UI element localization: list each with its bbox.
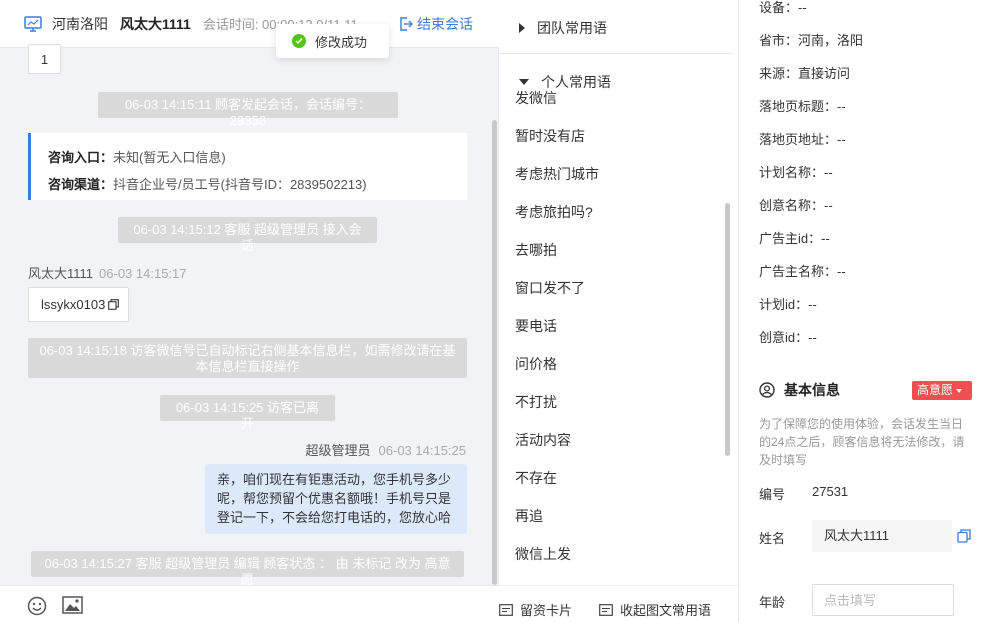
divider [499, 53, 733, 54]
info-field: 落地页地址：-- [759, 132, 846, 147]
info-field: 设备：-- [759, 0, 807, 15]
customer-id-value: 27531 [812, 484, 849, 499]
reply-item[interactable]: 考虑旅拍吗? [515, 202, 715, 240]
reply-item[interactable]: 暂时没有店 [515, 126, 715, 164]
info-field: 省市：河南，洛阳 [759, 33, 864, 48]
customer-info-panel: 设备：-- 省市：河南，洛阳 来源：直接访问 落地页标题：-- 落地页地址：--… [739, 0, 983, 622]
system-message: 06-03 14:15:25 访客已离开 [160, 395, 335, 431]
chat-panel: 河南洛阳 风太大1111 会话时间: 00:00:12 0/11 11 结束会话… [0, 0, 499, 622]
chat-header: 河南洛阳 风太大1111 会话时间: 00:00:12 0/11 11 结束会话 [0, 0, 499, 48]
caret-down-icon [956, 388, 963, 393]
system-message: 06-03 14:15:11 顾客发起会话，会话编号：29358 [98, 92, 398, 128]
success-toast: 修改成功 [276, 24, 389, 58]
chat-toolbar [0, 585, 499, 622]
quick-reply-panel: 团队常用语 个人常用语 发微信 暂时没有店 考虑热门城市 考虑旅拍吗? 去哪拍 … [499, 0, 739, 622]
reply-item[interactable]: 考虑热门城市 [515, 164, 715, 202]
visitor-message-time: 06-03 14:15:17 [99, 266, 187, 281]
customer-age-input[interactable] [812, 584, 954, 616]
reply-scrollbar[interactable] [725, 203, 730, 456]
caret-right-icon [519, 23, 525, 33]
user-icon [759, 382, 775, 398]
edit-deadline-note: 为了保障您的使用体验，会话发生当日的24点之后，顾客信息将无法修改，请及时填写 [759, 417, 965, 467]
emoji-icon[interactable] [27, 596, 47, 616]
system-message: 06-03 14:15:18 访客微信号已自动标记右侧基本信息栏，如需修改请在基… [28, 338, 467, 378]
info-field: 计划名称：-- [759, 165, 833, 180]
info-field: 广告主名称：-- [759, 264, 846, 279]
collapse-phrases-button[interactable]: 收起图文常用语 [599, 600, 711, 619]
end-session-button[interactable]: 结束会话 [399, 14, 473, 34]
team-phrases-group[interactable]: 团队常用语 [519, 18, 607, 38]
reply-item[interactable]: 不存在 [515, 468, 715, 506]
lead-card-button[interactable]: 留资卡片 [499, 600, 572, 619]
customer-id-label: 编号 [759, 487, 786, 502]
lead-card-label: 留资卡片 [520, 603, 573, 618]
end-session-label: 结束会话 [417, 16, 473, 32]
info-field: 创意id：-- [759, 330, 817, 345]
customer-name-field[interactable]: 风太大1111 [812, 520, 952, 552]
consult-entry-label: 咨询入口： [48, 150, 114, 165]
check-icon [292, 34, 306, 48]
reply-item[interactable]: 不打扰 [515, 392, 715, 430]
message-bubble: 1 [28, 44, 61, 74]
visitor-message-meta: 风太大1111 06-03 14:15:17 [28, 263, 187, 282]
collapse-phrases-label: 收起图文常用语 [620, 603, 712, 618]
card-icon [499, 603, 513, 616]
reply-item[interactable]: 发微信 [515, 88, 715, 126]
reply-item[interactable]: 再追 [515, 506, 715, 544]
reply-footer: 留资卡片 收起图文常用语 [499, 585, 739, 622]
consult-info-card: 咨询入口：未知(暂无入口信息) 咨询渠道：抖音企业号/员工号(抖音号ID：283… [28, 133, 467, 200]
intent-status-dropdown[interactable]: 高意愿 [912, 381, 972, 400]
reply-list: 发微信 暂时没有店 考虑热门城市 考虑旅拍吗? 去哪拍 窗口发不了 要电话 问价… [515, 88, 715, 582]
visitor-message-text: lssykx0103 [41, 297, 106, 312]
info-field: 广告主id：-- [759, 231, 830, 246]
agent-message-bubble: 亲，咱们现在有钜惠活动，您手机号多少呢，帮您预留个优惠名额哦！手机号只是登记一下… [205, 464, 467, 534]
reply-item[interactable]: 窗口发不了 [515, 278, 715, 316]
chat-scrollbar[interactable] [492, 120, 497, 585]
info-field: 来源：直接访问 [759, 66, 851, 81]
caret-down-icon [519, 79, 529, 85]
exit-icon [400, 17, 413, 31]
basic-info-title: 基本信息 [759, 380, 840, 400]
agent-message-meta: 超级管理员 06-03 14:15:25 [306, 440, 466, 459]
toast-message: 修改成功 [315, 34, 368, 50]
card-icon [599, 603, 613, 616]
info-field: 落地页标题：-- [759, 99, 846, 114]
copy-icon[interactable] [108, 299, 120, 310]
team-phrases-label: 团队常用语 [537, 20, 607, 36]
visitor-message-name: 风太大1111 [28, 266, 94, 281]
copy-icon[interactable] [957, 529, 971, 543]
info-field: 创意名称：-- [759, 198, 833, 213]
consult-channel-row: 咨询渠道：抖音企业号/员工号(抖音号ID：2839502213) [48, 171, 467, 198]
consult-channel-value: 抖音企业号/员工号(抖音号ID：2839502213) [113, 177, 367, 192]
basic-info-label: 基本信息 [784, 382, 840, 398]
system-message: 06-03 14:15:12 客服 超级管理员 接入会话 [118, 217, 377, 253]
reply-item[interactable]: 微信上发 [515, 544, 715, 582]
visitor-message-bubble[interactable]: lssykx0103 [28, 287, 129, 322]
monitor-icon [24, 15, 42, 32]
system-message: 06-03 14:15:27 客服 超级管理员 编辑 顾客状态 ： 由 未标记 … [31, 551, 464, 587]
reply-item[interactable]: 问价格 [515, 354, 715, 392]
agent-message-name: 超级管理员 [305, 443, 371, 458]
intent-status-label: 高意愿 [917, 383, 954, 397]
info-field: 计划id：-- [759, 297, 817, 312]
consult-entry-value: 未知(暂无入口信息) [113, 150, 226, 165]
customer-age-label: 年龄 [759, 595, 786, 610]
reply-item[interactable]: 活动内容 [515, 430, 715, 468]
reply-item[interactable]: 去哪拍 [515, 240, 715, 278]
consult-channel-label: 咨询渠道： [48, 177, 114, 192]
source-field-list: 设备：-- 省市：河南，洛阳 来源：直接访问 落地页标题：-- 落地页地址：--… [759, 0, 863, 363]
consult-entry-row: 咨询入口：未知(暂无入口信息) [48, 144, 467, 171]
image-icon[interactable] [62, 596, 83, 614]
customer-name-label: 姓名 [759, 531, 786, 546]
visitor-location: 河南洛阳 [52, 15, 108, 32]
reply-item[interactable]: 要电话 [515, 316, 715, 354]
visitor-name: 风太大1111 [120, 15, 191, 32]
agent-message-time: 06-03 14:15:25 [378, 443, 466, 458]
